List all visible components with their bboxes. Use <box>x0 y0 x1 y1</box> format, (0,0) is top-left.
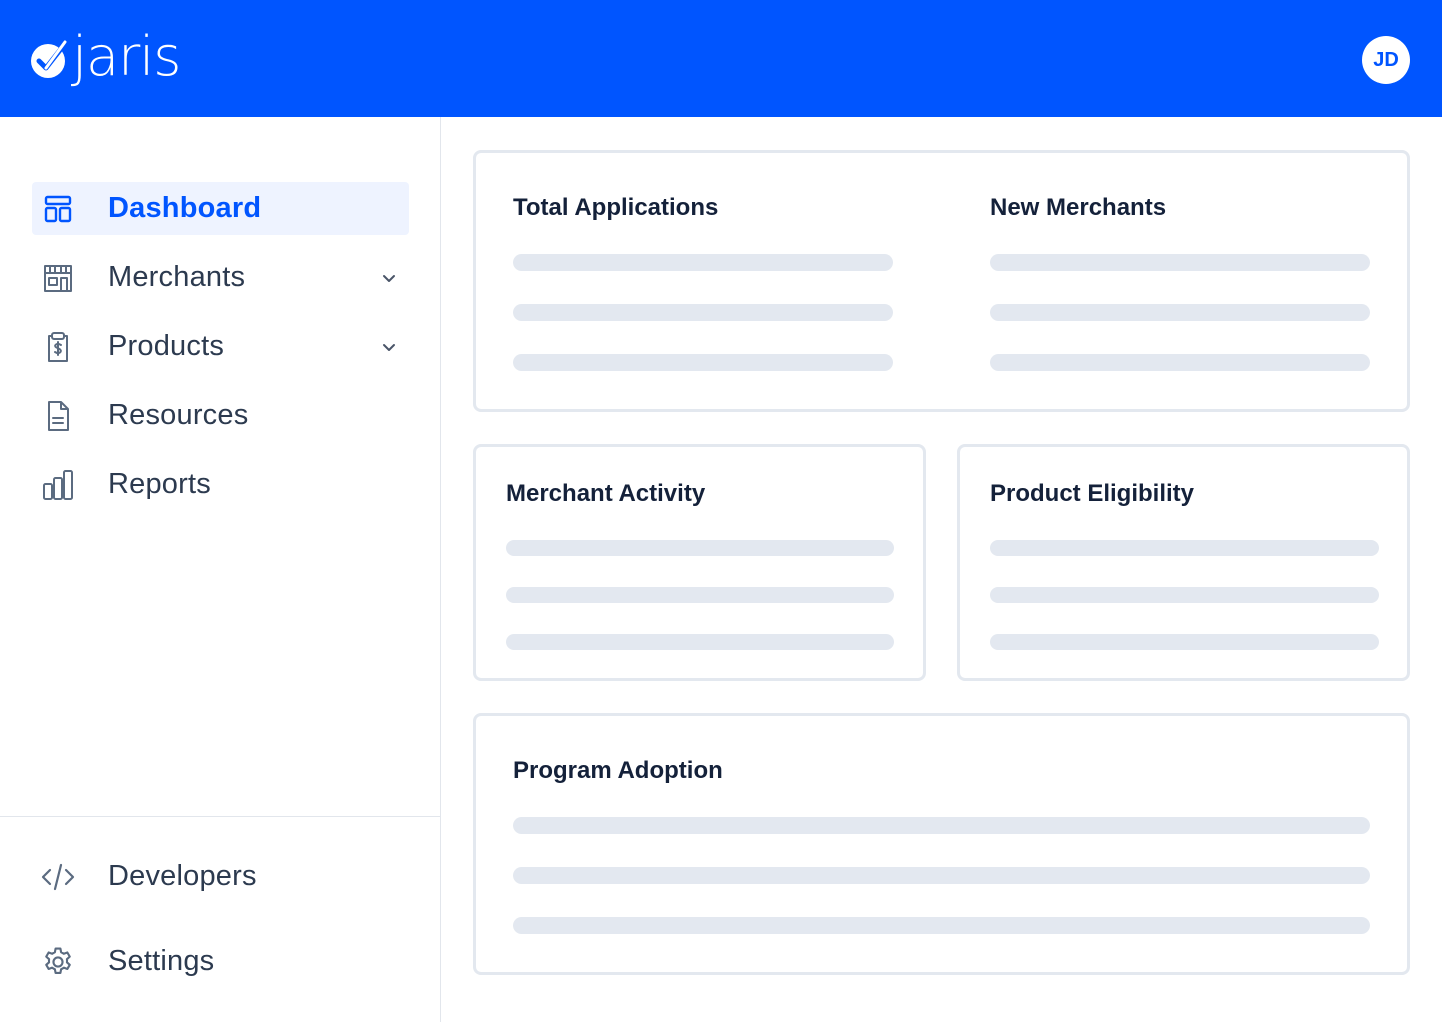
gear-icon <box>40 944 76 980</box>
loading-placeholder <box>990 540 1379 556</box>
dollar-clipboard-icon <box>40 329 76 365</box>
loading-placeholder <box>513 867 1370 884</box>
loading-placeholder <box>990 587 1379 603</box>
user-avatar[interactable]: JD <box>1362 36 1410 84</box>
loading-placeholder <box>513 817 1370 834</box>
card-title-product-eligibility: Product Eligibility <box>990 480 1195 507</box>
loading-placeholder <box>513 917 1370 934</box>
loading-placeholder <box>513 304 893 321</box>
top-header: jaris JD <box>0 0 1442 117</box>
logo-wordmark: jaris <box>72 25 181 88</box>
sidebar: Dashboard Merchants Products Resources R… <box>0 117 441 1022</box>
loading-placeholder <box>506 587 894 603</box>
document-icon <box>40 398 76 434</box>
sidebar-item-settings[interactable]: Settings <box>32 935 409 988</box>
chevron-down-icon[interactable] <box>380 269 398 287</box>
loading-placeholder <box>513 254 893 271</box>
loading-placeholder <box>990 304 1370 321</box>
sidebar-item-products[interactable]: Products <box>32 320 409 373</box>
storefront-icon <box>40 260 76 296</box>
merchant-activity-card: Merchant Activity <box>473 444 926 681</box>
sidebar-item-label: Dashboard <box>108 192 262 224</box>
dashboard-icon <box>40 191 76 227</box>
sidebar-item-label: Developers <box>108 860 257 892</box>
program-adoption-card: Program Adoption <box>473 713 1410 975</box>
sidebar-item-label: Resources <box>108 399 249 431</box>
bar-chart-icon <box>40 467 76 503</box>
jaris-logo[interactable]: jaris <box>30 28 181 90</box>
logo-check-icon <box>30 39 70 79</box>
sidebar-item-reports[interactable]: Reports <box>32 458 409 511</box>
product-eligibility-card: Product Eligibility <box>957 444 1410 681</box>
card-title-new-merchants: New Merchants <box>990 194 1167 221</box>
chevron-down-icon[interactable] <box>380 338 398 356</box>
sidebar-item-merchants[interactable]: Merchants <box>32 251 409 304</box>
sidebar-item-resources[interactable]: Resources <box>32 389 409 442</box>
card-title-program-adoption: Program Adoption <box>513 757 723 784</box>
sidebar-item-label: Reports <box>108 468 211 500</box>
loading-placeholder <box>990 254 1370 271</box>
loading-placeholder <box>506 634 894 650</box>
sidebar-item-label: Settings <box>108 945 215 977</box>
sidebar-item-dashboard[interactable]: Dashboard <box>32 182 409 235</box>
loading-placeholder <box>506 540 894 556</box>
code-icon <box>40 859 76 895</box>
sidebar-item-developers[interactable]: Developers <box>32 850 409 903</box>
loading-placeholder <box>990 634 1379 650</box>
loading-placeholder <box>990 354 1370 371</box>
sidebar-item-label: Merchants <box>108 261 246 293</box>
card-title-merchant-activity: Merchant Activity <box>506 480 706 507</box>
summary-card: Total Applications New Merchants <box>473 150 1410 412</box>
sidebar-divider <box>0 816 440 817</box>
card-title-total-applications: Total Applications <box>513 194 719 221</box>
loading-placeholder <box>513 354 893 371</box>
sidebar-item-label: Products <box>108 330 225 362</box>
